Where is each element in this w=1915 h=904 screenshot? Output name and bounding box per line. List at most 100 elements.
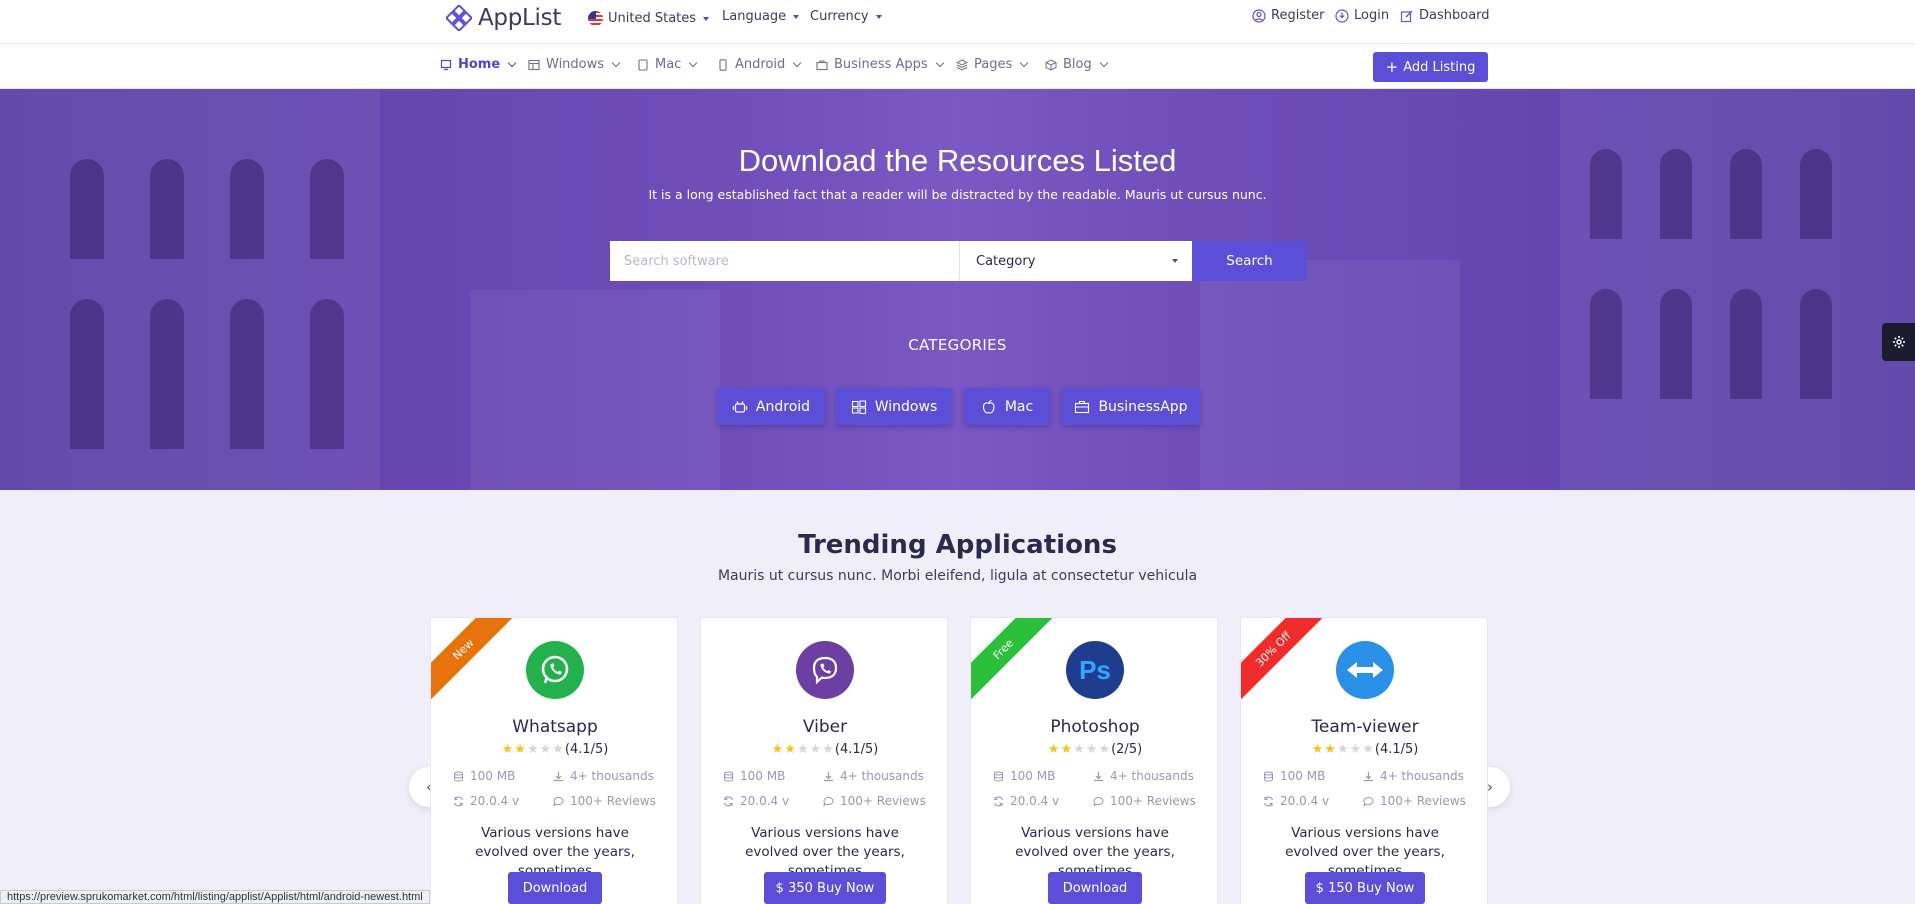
nav-item-business-apps[interactable]: Business Apps [816,57,944,72]
buy-now-button[interactable]: $ 350 Buy Now [764,872,886,904]
database-icon [454,771,463,782]
android-icon [732,400,748,413]
downloads-meta: 4+ thousands [823,769,924,783]
search-button[interactable]: Search [1192,241,1307,281]
register-label: Register [1271,8,1325,23]
phone-icon [719,58,727,71]
top-bar: AppList United States Language Currency … [0,0,1915,44]
downloads-meta: 4+ thousands [553,769,654,783]
app-name: Photoshop [1050,717,1140,737]
downloads-text: 4+ thousands [1380,769,1464,783]
database-icon [1264,771,1273,782]
nav-item-blog[interactable]: Blog [1045,57,1108,72]
reviews-text: 100+ Reviews [570,794,656,808]
category-select-label: Category [976,253,1036,269]
applist-logo[interactable]: AppList [446,5,561,31]
reviews-text: 100+ Reviews [1110,794,1196,808]
search-bar: Category Search [610,241,1307,281]
tablet-icon [638,58,648,71]
logo-icon [446,5,472,31]
rating: ★ ★ ★ ★ ★ (4.1/5) [701,742,947,757]
refresh-icon [723,796,734,806]
app-card-team-viewer[interactable]: 30% Off Team-viewer ★ ★ ★ ★ ★ (4.1/5) 100 MB… [1240,617,1488,904]
rating: ★ ★ ★ ★ ★ (4.1/5) [1241,742,1487,757]
download-button[interactable]: Download [1048,872,1142,904]
star-icon: ★ [784,742,796,757]
briefcase-icon [1075,400,1090,413]
star-icon: ★ [809,742,822,757]
download-icon [824,771,833,781]
nav-item-home[interactable]: Home [440,57,517,72]
main-nav: Home Windows Mac Android Business Apps P… [0,44,1915,89]
apple-icon [982,399,995,414]
currency-selector[interactable]: Currency [810,9,882,24]
star-icon: ★ [796,742,809,757]
star-icon: ★ [526,742,539,757]
download-icon [1094,771,1103,781]
size-text: 100 MB [1010,769,1056,783]
photoshop-icon: Ps [1066,641,1124,699]
windows-icon [528,59,540,70]
reviews-meta: 100+ Reviews [1093,794,1196,808]
category-mac-button[interactable]: Mac [964,388,1050,425]
ribbon-badge: Free [971,618,1055,701]
category-select[interactable]: Category [960,241,1192,281]
size-text: 100 MB [740,769,786,783]
category-windows-button[interactable]: Windows [836,388,952,425]
add-listing-button[interactable]: + Add Listing [1373,52,1488,82]
star-icon: ★ [1047,742,1060,757]
nav-item-mac[interactable]: Mac [637,57,698,72]
hero-title: Download the Resources Listed [738,143,1177,178]
double-arrow-icon [1347,662,1383,678]
size-meta: 100 MB [723,769,785,783]
hero-subtitle: It is a long established fact that a rea… [648,187,1267,202]
nav-item-pages[interactable]: Pages [956,57,1029,72]
downloads-text: 4+ thousands [570,769,654,783]
home-icon [440,59,452,70]
register-link[interactable]: Register [1252,8,1325,23]
settings-toggle[interactable] [1882,323,1915,361]
login-link[interactable]: Login [1335,8,1389,23]
user-icon [1252,8,1266,23]
size-meta: 100 MB [993,769,1055,783]
size-meta: 100 MB [1263,769,1325,783]
downloads-meta: 4+ thousands [1093,769,1194,783]
category-label: Windows [874,398,938,415]
app-card-photoshop[interactable]: Free Ps Photoshop ★ ★ ★ ★ ★ (2/5) 100 MB 4+ … [970,617,1218,904]
refresh-icon [993,796,1004,806]
login-icon [1335,8,1349,23]
rating-text: (4.1/5) [564,742,609,757]
login-label: Login [1354,8,1390,23]
star-icon: ★ [1336,742,1349,757]
logo-text: AppList [478,5,562,31]
briefcase-icon [816,59,828,70]
star-icon: ★ [1098,742,1111,757]
language-selector[interactable]: Language [722,9,800,24]
nav-label: Home [458,57,501,72]
dashboard-label: Dashboard [1419,8,1490,23]
download-button[interactable]: Download [508,872,602,904]
chevron-down-icon [689,58,698,68]
dashboard-link[interactable]: Dashboard [1400,8,1490,23]
app-name: Viber [802,717,848,737]
app-card-viber[interactable]: Viber ★ ★ ★ ★ ★ (4.1/5) 100 MB 4+ thousands … [700,617,948,904]
app-card-whatsapp[interactable]: New Whatsapp ★ ★ ★ ★ ★ (4.1/5) 100 MB 4+ tho… [430,617,678,904]
reviews-meta: 100+ Reviews [823,794,926,808]
viber-logo-icon [812,656,838,685]
cube-icon [1045,58,1057,71]
search-input[interactable] [610,241,960,281]
building-window [150,299,184,449]
ps-letters: Ps [1079,654,1111,685]
reviews-meta: 100+ Reviews [553,794,656,808]
category-android-button[interactable]: Android [717,388,825,425]
nav-item-android[interactable]: Android [717,57,802,72]
country-selector[interactable]: United States [588,11,710,26]
refresh-icon [1263,796,1274,806]
category-businessapp-button[interactable]: BusinessApp [1062,388,1200,425]
nav-item-windows[interactable]: Windows [528,57,621,72]
comment-icon [823,796,834,807]
buy-now-button[interactable]: $ 150 Buy Now [1305,872,1425,904]
chevron-down-icon [875,14,882,19]
add-listing-label: Add Listing [1403,59,1476,75]
star-icon: ★ [1311,742,1324,757]
